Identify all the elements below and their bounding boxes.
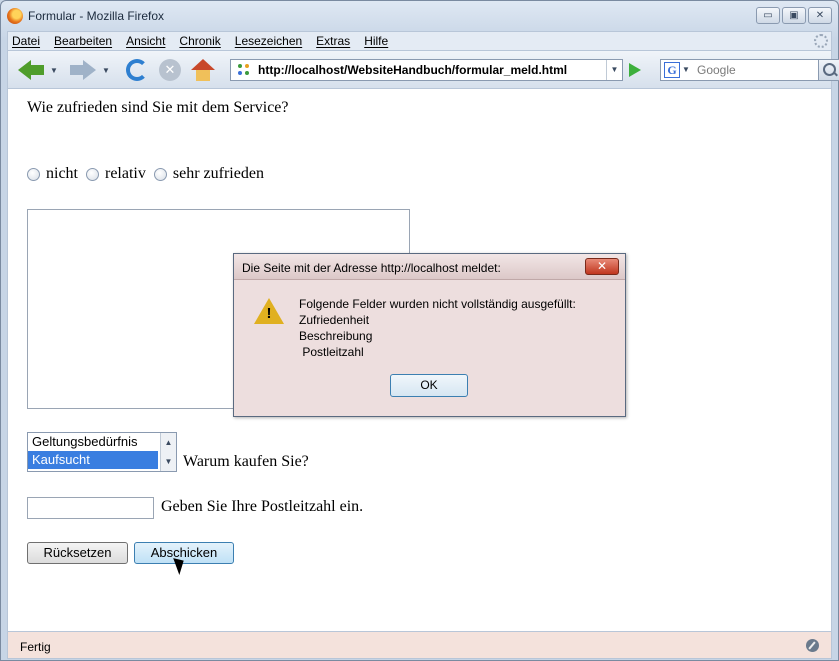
radio-relativ[interactable] bbox=[86, 167, 99, 181]
dialog-message-line: Postleitzahl bbox=[299, 345, 364, 359]
url-history-dropdown-icon[interactable]: ▼ bbox=[606, 60, 622, 80]
dialog-title-bar: Die Seite mit der Adresse http://localho… bbox=[234, 254, 625, 280]
search-engine-dropdown-icon[interactable]: ▼ bbox=[682, 65, 690, 74]
back-arrow-icon[interactable] bbox=[18, 59, 44, 81]
satisfaction-question: Wie zufrieden sind Sie mit dem Service? bbox=[27, 99, 289, 116]
navigation-toolbar: ▼ ▼ ✕ http://localhost/WebsiteHandbuch/f… bbox=[7, 51, 839, 89]
url-text[interactable]: http://localhost/WebsiteHandbuch/formula… bbox=[258, 63, 567, 77]
minimize-icon: ▭ bbox=[763, 10, 773, 21]
menu-extras[interactable]: Extras bbox=[316, 34, 350, 48]
satisfaction-radio-group: nicht relativ sehr zufrieden bbox=[27, 165, 272, 183]
status-bar: Fertig bbox=[7, 631, 832, 659]
reset-button[interactable]: Rücksetzen bbox=[27, 542, 128, 564]
back-history-dropdown-icon[interactable]: ▼ bbox=[50, 66, 58, 75]
warning-exclamation-icon: ! bbox=[266, 305, 272, 322]
forward-arrow-icon[interactable] bbox=[70, 59, 96, 81]
search-placeholder[interactable]: Google bbox=[697, 63, 736, 77]
dialog-message: Folgende Felder wurden nicht vollständig… bbox=[299, 296, 576, 360]
menu-bar: Datei Bearbeiten Ansicht Chronik Lesezei… bbox=[7, 31, 832, 51]
menu-chronik[interactable]: Chronik bbox=[179, 34, 220, 48]
menu-lesezeichen[interactable]: Lesezeichen bbox=[235, 34, 302, 48]
window-title: Formular - Mozilla Firefox bbox=[28, 9, 165, 23]
listbox-option-selected[interactable]: Kaufsucht bbox=[28, 451, 158, 469]
dialog-message-line: Zufriedenheit bbox=[299, 313, 370, 327]
radio-label-nicht: nicht bbox=[46, 165, 78, 182]
go-arrow-icon[interactable] bbox=[629, 63, 641, 77]
security-status-icon[interactable] bbox=[806, 639, 819, 652]
reload-icon[interactable] bbox=[126, 59, 148, 81]
dialog-message-line: Folgende Felder wurden nicht vollständig… bbox=[299, 297, 576, 311]
close-button[interactable]: ✕ bbox=[808, 7, 832, 24]
radio-label-relativ: relativ bbox=[105, 165, 146, 182]
title-bar: Formular - Mozilla Firefox ▭ ▣ ✕ bbox=[1, 1, 838, 31]
menu-hilfe[interactable]: Hilfe bbox=[364, 34, 388, 48]
maximize-icon: ▣ bbox=[789, 10, 799, 21]
home-icon[interactable] bbox=[191, 59, 215, 81]
scroll-down-icon[interactable]: ▼ bbox=[161, 452, 176, 471]
postcode-label: Geben Sie Ihre Postleitzahl ein. bbox=[161, 498, 364, 515]
google-engine-icon[interactable]: G bbox=[664, 62, 680, 78]
scroll-up-icon[interactable]: ▲ bbox=[161, 433, 176, 452]
window-controls: ▭ ▣ ✕ bbox=[756, 7, 832, 24]
throbber-icon bbox=[814, 34, 828, 48]
search-box[interactable]: G ▼ Google bbox=[660, 59, 839, 81]
status-text: Fertig bbox=[20, 640, 51, 654]
listbox-option[interactable]: Geltungsbedürfnis bbox=[28, 433, 158, 451]
minimize-button[interactable]: ▭ bbox=[756, 7, 780, 24]
stop-icon[interactable]: ✕ bbox=[159, 59, 181, 81]
menu-datei[interactable]: Datei bbox=[12, 34, 40, 48]
radio-label-sehr-zufrieden: sehr zufrieden bbox=[172, 165, 264, 182]
dialog-close-button[interactable]: ✕ bbox=[585, 258, 619, 275]
reason-listbox[interactable]: Geltungsbedürfnis Kaufsucht ▲ ▼ bbox=[27, 432, 177, 472]
forward-history-dropdown-icon[interactable]: ▼ bbox=[102, 66, 110, 75]
site-identity-icon[interactable] bbox=[236, 62, 252, 78]
ok-button[interactable]: OK bbox=[390, 374, 468, 397]
firefox-logo-icon bbox=[7, 8, 23, 24]
close-icon: ✕ bbox=[815, 10, 825, 21]
search-magnifier-icon[interactable] bbox=[818, 59, 839, 81]
maximize-button[interactable]: ▣ bbox=[782, 7, 806, 24]
address-bar[interactable]: http://localhost/WebsiteHandbuch/formula… bbox=[230, 59, 623, 81]
dialog-title: Die Seite mit der Adresse http://localho… bbox=[242, 261, 501, 275]
menu-bearbeiten[interactable]: Bearbeiten bbox=[54, 34, 112, 48]
listbox-label: Warum kaufen Sie? bbox=[183, 453, 309, 470]
dialog-message-line: Beschreibung bbox=[299, 329, 373, 343]
postcode-input[interactable] bbox=[27, 497, 154, 519]
listbox-scrollbar[interactable]: ▲ ▼ bbox=[160, 433, 176, 471]
radio-nicht[interactable] bbox=[27, 167, 40, 181]
menu-ansicht[interactable]: Ansicht bbox=[126, 34, 165, 48]
alert-dialog: Die Seite mit der Adresse http://localho… bbox=[233, 253, 626, 417]
radio-sehr-zufrieden[interactable] bbox=[153, 167, 167, 181]
